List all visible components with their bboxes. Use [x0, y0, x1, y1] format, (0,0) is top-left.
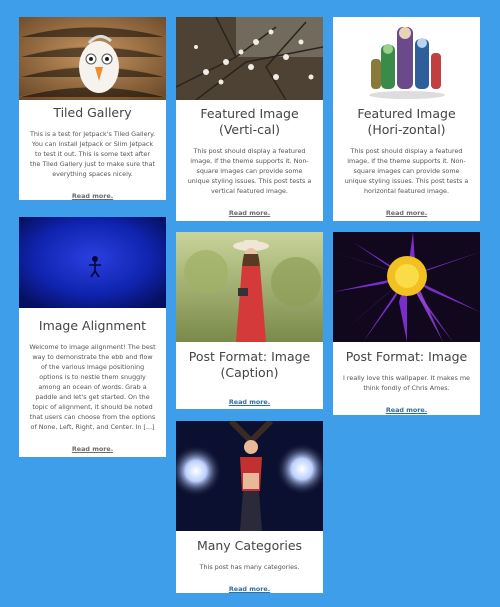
post-title[interactable]: Post Format: Image	[343, 349, 470, 365]
read-more-link[interactable]: Read more.	[72, 192, 113, 200]
read-more-link[interactable]: Read more.	[229, 209, 270, 217]
read-more-link[interactable]: Read more.	[386, 406, 427, 414]
featured-image[interactable]	[19, 217, 166, 308]
post-title[interactable]: Many Categories	[186, 538, 313, 554]
post-excerpt: This post has many categories.	[199, 563, 300, 571]
featured-image[interactable]	[333, 17, 480, 100]
post-excerpt: I really love this wallpaper. It makes m…	[343, 374, 470, 392]
post-title[interactable]: Featured Image (Verti-cal)	[186, 106, 313, 138]
featured-image[interactable]	[176, 421, 323, 531]
featured-image[interactable]	[176, 232, 323, 342]
post-title[interactable]: Featured Image (Hori-zontal)	[343, 106, 470, 138]
read-more-link[interactable]: Read more.	[229, 585, 270, 593]
featured-image[interactable]	[19, 17, 166, 100]
post-card: Post Format: Image I really love this wa…	[333, 232, 480, 415]
post-card: Many Categories This post has many categ…	[176, 421, 323, 593]
post-card: Image Alignment Welcome to image alignme…	[19, 217, 166, 457]
post-card: Featured Image (Hori-zontal) This post s…	[333, 17, 480, 221]
post-excerpt: This is a test for Jetpack's Tiled Galle…	[29, 130, 156, 178]
featured-image[interactable]	[176, 17, 323, 100]
post-excerpt: Welcome to image alignment! The best way…	[29, 343, 156, 431]
post-title[interactable]: Post Format: Image (Caption)	[186, 349, 313, 381]
post-title[interactable]: Tiled Gallery	[29, 105, 156, 121]
post-excerpt: This post should display a featured imag…	[344, 147, 469, 195]
post-card: Featured Image (Verti-cal) This post sho…	[176, 17, 323, 221]
post-title[interactable]: Image Alignment	[29, 318, 156, 334]
featured-image[interactable]	[333, 232, 480, 342]
post-excerpt: This post should display a featured imag…	[187, 147, 312, 195]
post-card: Tiled Gallery This is a test for Jetpack…	[19, 17, 166, 200]
read-more-link[interactable]: Read more.	[229, 398, 270, 406]
read-more-link[interactable]: Read more.	[72, 445, 113, 453]
read-more-link[interactable]: Read more.	[386, 209, 427, 217]
post-card: Post Format: Image (Caption) Read more.	[176, 232, 323, 409]
